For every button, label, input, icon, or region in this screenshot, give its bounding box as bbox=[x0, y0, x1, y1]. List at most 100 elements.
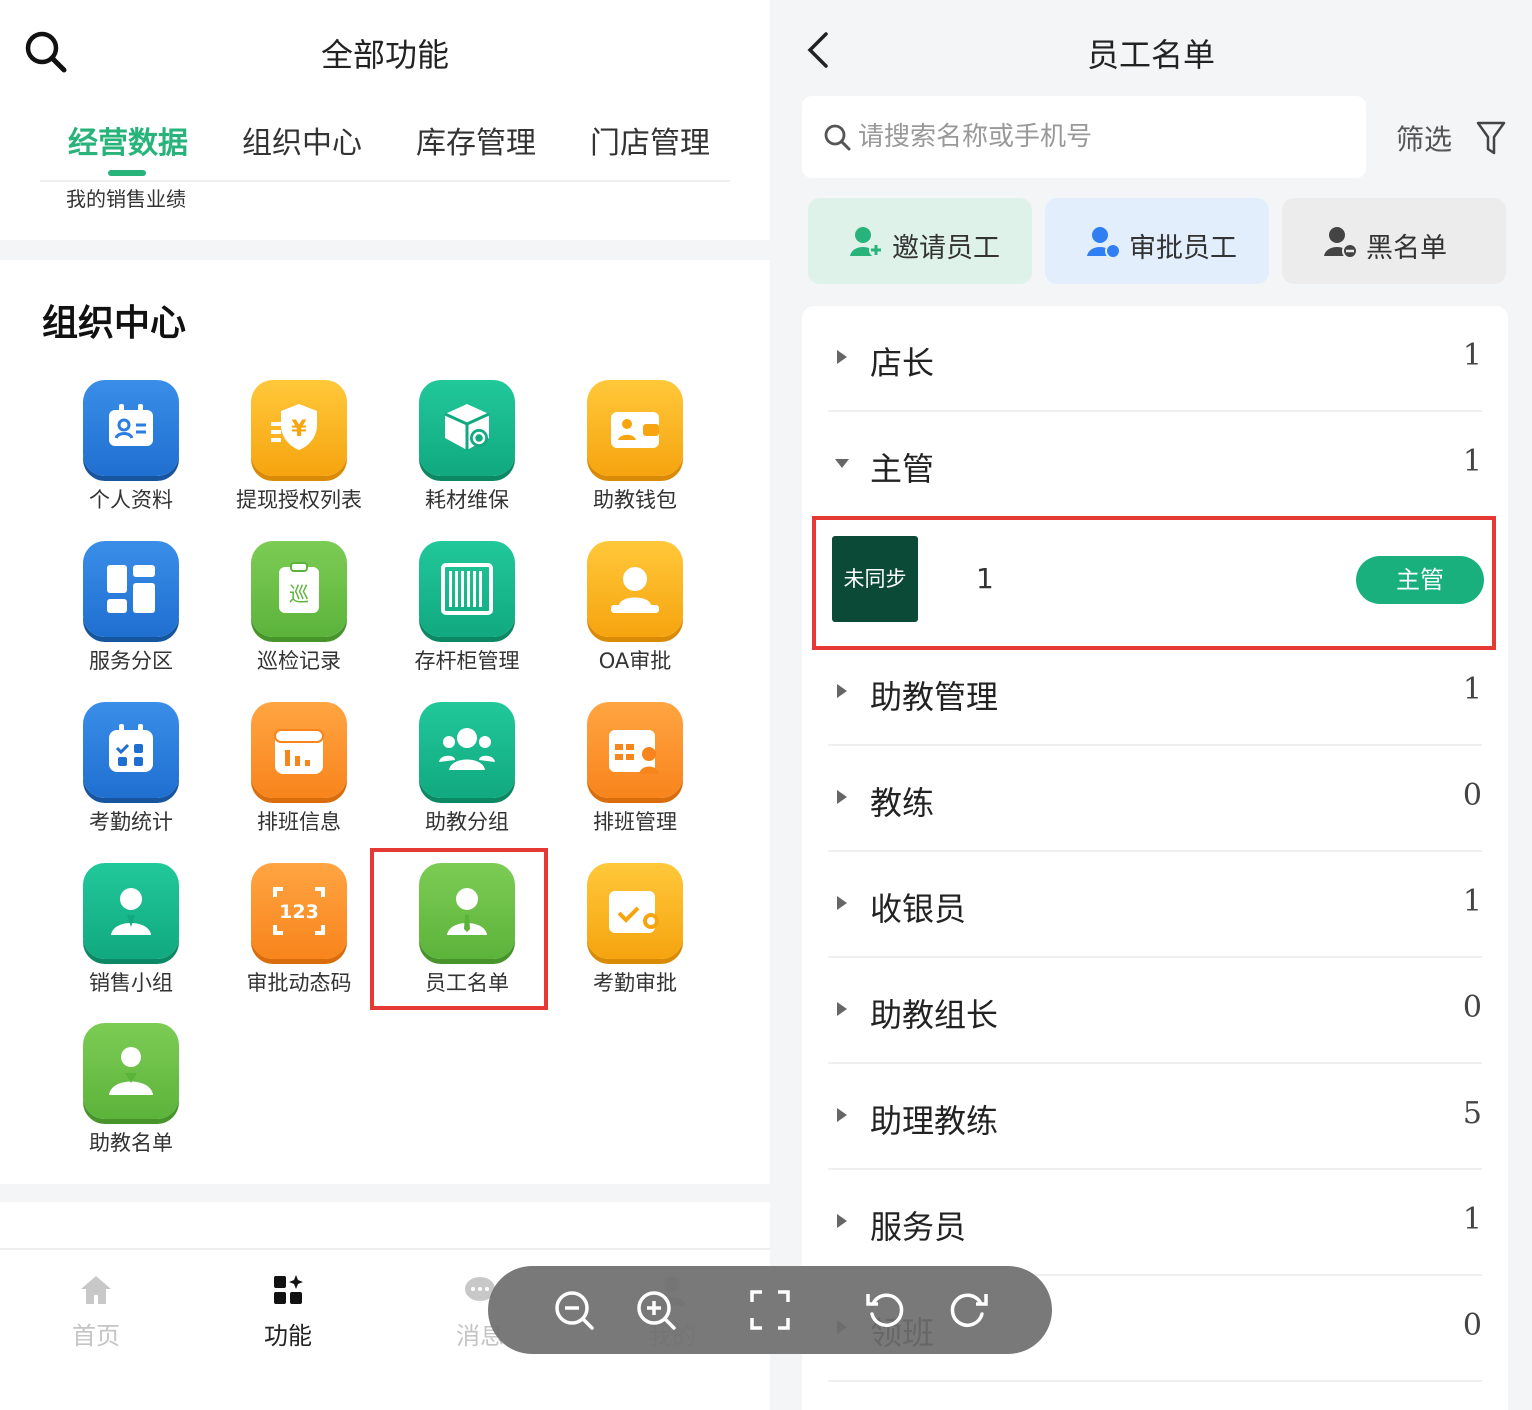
group-name: 教练 bbox=[870, 784, 935, 822]
grid-item-label: 助教分组 bbox=[425, 810, 509, 834]
nav-label: 功能 bbox=[264, 1322, 312, 1350]
group-count: 0 bbox=[1462, 778, 1482, 813]
grid-item-shift-info[interactable]: 排班信息 bbox=[224, 702, 374, 852]
action-label: 审批员工 bbox=[1129, 233, 1237, 264]
fullscreen-icon[interactable] bbox=[748, 1288, 792, 1332]
group-row-cashier[interactable]: 收银员 1 bbox=[828, 852, 1482, 958]
grid-item-patrol-record[interactable]: 巡 巡检记录 bbox=[224, 541, 374, 691]
group-name: 主管 bbox=[870, 450, 935, 488]
caret-right-icon bbox=[837, 1002, 847, 1016]
grid-item-label: 提现授权列表 bbox=[236, 488, 362, 512]
group-name: 收银员 bbox=[870, 890, 967, 928]
group-row-supervisor[interactable]: 主管 1 bbox=[828, 412, 1482, 518]
user-add-icon bbox=[850, 227, 883, 257]
group-count: 1 bbox=[1462, 672, 1482, 707]
approve-employee-button[interactable]: 审批员工 bbox=[1045, 198, 1269, 284]
grid-item-label: 存杆柜管理 bbox=[414, 649, 520, 673]
group-row-assistant-management[interactable]: 助教管理 1 bbox=[828, 640, 1482, 746]
tab-store-management[interactable]: 门店管理 bbox=[590, 118, 710, 162]
dashboard-blocks-icon bbox=[83, 541, 179, 637]
filter-label: 筛选 bbox=[1396, 123, 1453, 156]
caret-right-icon bbox=[837, 896, 847, 910]
rotate-left-icon[interactable] bbox=[864, 1288, 908, 1332]
grid-item-label: 排班信息 bbox=[257, 810, 341, 834]
member-name: 1 bbox=[976, 562, 994, 595]
id-card-icon bbox=[83, 380, 179, 476]
grid-item-label: 助教名单 bbox=[89, 1131, 173, 1155]
zoom-out-icon[interactable] bbox=[552, 1288, 596, 1332]
image-viewer-toolbar bbox=[488, 1266, 1052, 1354]
group-count: 1 bbox=[1462, 338, 1482, 373]
group-row-store-manager[interactable]: 店长 1 bbox=[828, 306, 1482, 412]
grid-item-label: 排班管理 bbox=[593, 810, 677, 834]
group-name: 助教管理 bbox=[870, 678, 999, 716]
nav-label: 首页 bbox=[72, 1322, 120, 1350]
yen-shield-icon: ¥ bbox=[251, 380, 347, 476]
salesperson-icon bbox=[83, 863, 179, 959]
grid-item-label: 巡检记录 bbox=[257, 649, 341, 673]
employee-group-list: 店长 1 主管 1 助教管理 1 教练 0 收银员 1 助教组长 0 助理教练 … bbox=[802, 306, 1508, 1410]
search-icon bbox=[824, 124, 851, 151]
grid-item-label: 考勤统计 bbox=[89, 810, 173, 834]
wallet-icon bbox=[587, 380, 683, 476]
nav-functions[interactable]: 功能 bbox=[228, 1272, 348, 1351]
group-row-assistant-coach[interactable]: 助理教练 5 bbox=[828, 1064, 1482, 1170]
all-functions-panel: 全部功能 经营数据 组织中心 库存管理 门店管理 我的销售业绩 组织中心 个人资… bbox=[0, 0, 770, 1410]
user-approve-icon bbox=[1087, 227, 1121, 259]
grid-item-label: 考勤审批 bbox=[593, 971, 677, 995]
tab-organization[interactable]: 组织中心 bbox=[242, 118, 362, 162]
grid-item-label: 服务分区 bbox=[89, 649, 173, 673]
grid-item-withdraw-auth[interactable]: ¥ 提现授权列表 bbox=[224, 380, 374, 530]
nav-home[interactable]: 首页 bbox=[36, 1272, 156, 1351]
search-box[interactable] bbox=[802, 96, 1366, 178]
employee-list-highlight bbox=[370, 848, 548, 1010]
user-block-icon bbox=[1324, 227, 1358, 259]
group-count: 0 bbox=[1462, 990, 1482, 1025]
svg-text:123: 123 bbox=[279, 901, 319, 923]
page-title: 员工名单 bbox=[1086, 36, 1215, 74]
member-row[interactable]: 未同步 1 主管 bbox=[812, 516, 1496, 650]
grid-item-assistant-list[interactable]: 助教名单 bbox=[56, 1023, 206, 1173]
grid-item-label: 耗材维保 bbox=[425, 488, 509, 512]
employee-list-panel: 员工名单 筛选 邀请员工 审批员工 黑名单 店长 1 主管 1 助教管理 bbox=[770, 0, 1532, 1410]
group-name: 服务员 bbox=[870, 1208, 967, 1246]
grid-item-cue-locker[interactable]: 存杆柜管理 bbox=[392, 541, 542, 691]
grid-item-consumables[interactable]: 耗材维保 bbox=[392, 380, 542, 530]
tab-inventory[interactable]: 库存管理 bbox=[416, 118, 536, 162]
caret-right-icon bbox=[837, 684, 847, 698]
funnel-icon bbox=[1476, 121, 1506, 155]
grid-item-profile[interactable]: 个人资料 bbox=[56, 380, 206, 530]
box-wrench-icon bbox=[419, 380, 515, 476]
rotate-right-icon[interactable] bbox=[946, 1288, 990, 1332]
grid-item-assistant-wallet[interactable]: 助教钱包 bbox=[560, 380, 710, 530]
grid-item-approval-code[interactable]: 123 审批动态码 bbox=[224, 863, 374, 1013]
sub-tab-my-sales[interactable]: 我的销售业绩 bbox=[66, 183, 186, 212]
user-stamp-icon bbox=[587, 541, 683, 637]
grid-item-oa-approval[interactable]: OA审批 bbox=[560, 541, 710, 691]
grid-item-service-zone[interactable]: 服务分区 bbox=[56, 541, 206, 691]
group-row-waiter[interactable]: 服务员 1 bbox=[828, 1170, 1482, 1276]
calendar-check-icon bbox=[83, 702, 179, 798]
group-row-coach[interactable]: 教练 0 bbox=[828, 746, 1482, 852]
grid-item-label: 个人资料 bbox=[89, 488, 173, 512]
sync-status-badge: 未同步 bbox=[832, 536, 918, 622]
grid-item-shift-management[interactable]: 排班管理 bbox=[560, 702, 710, 852]
search-input[interactable] bbox=[858, 114, 1348, 160]
group-count: 1 bbox=[1462, 884, 1482, 919]
caret-right-icon bbox=[837, 790, 847, 804]
grid-item-attendance-stats[interactable]: 考勤统计 bbox=[56, 702, 206, 852]
blacklist-button[interactable]: 黑名单 bbox=[1282, 198, 1506, 284]
tab-business-data[interactable]: 经营数据 bbox=[68, 118, 188, 162]
grid-item-attendance-approval[interactable]: 考勤审批 bbox=[560, 863, 710, 1013]
svg-text:巡: 巡 bbox=[289, 582, 309, 606]
grid-item-assistant-group[interactable]: 助教分组 bbox=[392, 702, 542, 852]
role-badge[interactable]: 主管 bbox=[1356, 556, 1484, 604]
grid-item-label: 助教钱包 bbox=[593, 488, 677, 512]
invite-employee-button[interactable]: 邀请员工 bbox=[808, 198, 1032, 284]
group-row-assistant-leader[interactable]: 助教组长 0 bbox=[828, 958, 1482, 1064]
grid-item-sales-team[interactable]: 销售小组 bbox=[56, 863, 206, 1013]
filter-button[interactable]: 筛选 bbox=[1396, 118, 1506, 158]
caret-right-icon bbox=[837, 350, 847, 364]
zoom-in-icon[interactable] bbox=[634, 1288, 678, 1332]
page-title: 全部功能 bbox=[320, 36, 449, 74]
